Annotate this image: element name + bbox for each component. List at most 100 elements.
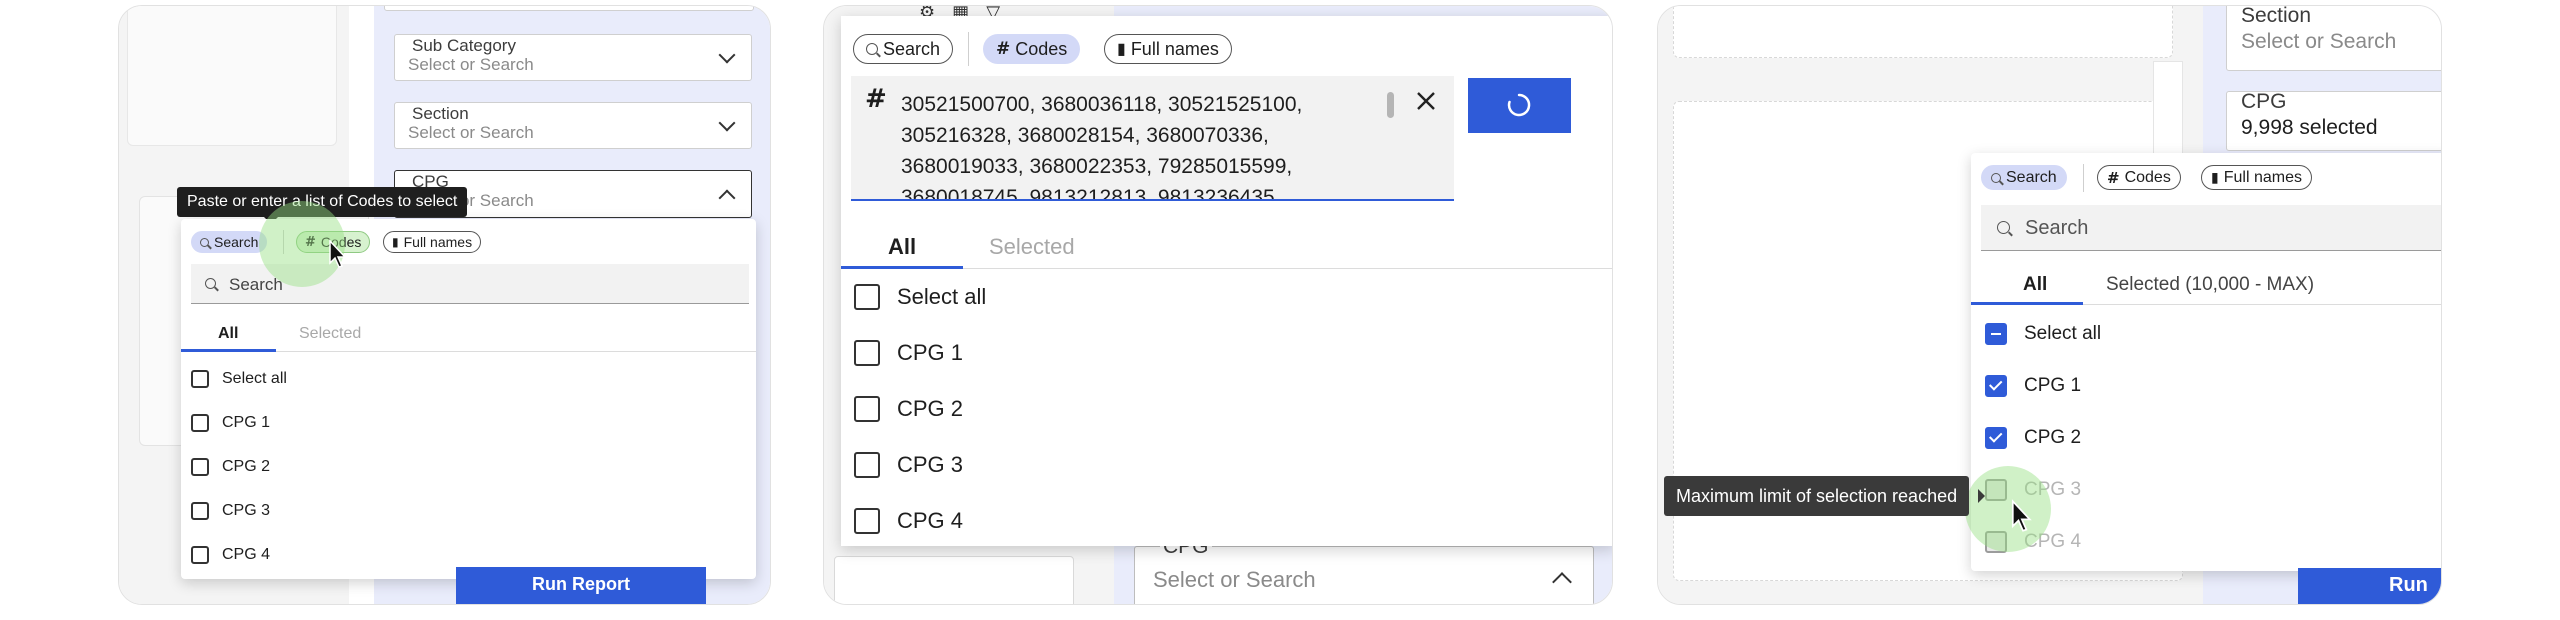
- codes-line: 30521500700, 3680036118, 30521525100,: [901, 93, 1303, 116]
- tab-active-indicator: [181, 349, 276, 352]
- cpg-dropdown: Search # Codes ▮ Full names Search All S…: [181, 219, 756, 579]
- option-label: CPG 3: [222, 502, 271, 519]
- list-item[interactable]: CPG 3: [854, 452, 963, 478]
- checkbox[interactable]: [1985, 323, 2007, 345]
- codes-input[interactable]: # 30521500700, 3680036118, 30521525100, …: [851, 76, 1454, 201]
- list-item[interactable]: CPG 1: [191, 414, 270, 432]
- checkbox[interactable]: [854, 508, 880, 534]
- close-icon[interactable]: [1414, 89, 1438, 113]
- list-item[interactable]: CPG 2: [854, 396, 963, 422]
- full-names-mode-chip[interactable]: ▮ Full names: [2201, 165, 2312, 190]
- checkbox[interactable]: [191, 370, 209, 388]
- magnifier-icon: [200, 237, 209, 247]
- checkbox[interactable]: [191, 546, 209, 564]
- spinner-icon: [1507, 93, 1531, 117]
- sub-category-field[interactable]: Sub Category Select or Search: [394, 34, 752, 81]
- checkbox[interactable]: [1985, 427, 2007, 449]
- search-input[interactable]: Search: [1981, 205, 2441, 251]
- option-label: CPG 4: [897, 508, 964, 533]
- search-mode-chip[interactable]: Search: [191, 231, 268, 253]
- id-card-icon: ▮: [1117, 41, 1126, 58]
- click-highlight: [1965, 466, 2051, 552]
- tab-selected[interactable]: Selected: [299, 325, 361, 343]
- codes-mode-chip[interactable]: # Codes: [2097, 165, 2181, 190]
- chip-label: Codes: [2124, 168, 2171, 186]
- codes-mode-chip[interactable]: # Codes: [983, 34, 1081, 64]
- checkbox[interactable]: [191, 458, 209, 476]
- panel-1: Sub Category Select or Search Section Se…: [118, 5, 771, 605]
- tab-selected[interactable]: Selected: [989, 234, 1075, 260]
- magnifier-icon: [1991, 172, 2001, 183]
- chip-label: Codes: [1015, 38, 1068, 59]
- run-report-button[interactable]: Run Report: [456, 567, 706, 604]
- option-label: CPG 1: [222, 414, 271, 431]
- ghost-card: [1673, 6, 2173, 58]
- apply-loading-button[interactable]: [1468, 78, 1571, 133]
- checkbox[interactable]: [1985, 375, 2007, 397]
- scrollbar-thumb[interactable]: [1387, 92, 1394, 118]
- checkbox[interactable]: [191, 414, 209, 432]
- tooltip-arrow: [1978, 489, 1985, 503]
- list-item[interactable]: CPG 1: [1985, 375, 2081, 397]
- checkbox[interactable]: [854, 452, 880, 478]
- full-names-mode-chip[interactable]: ▮ Full names: [383, 231, 482, 253]
- list-item[interactable]: CPG 4: [854, 508, 963, 534]
- run-report-button[interactable]: Run Re: [2298, 568, 2441, 604]
- list-item[interactable]: CPG 3: [191, 502, 270, 520]
- tab-active-indicator: [841, 266, 963, 269]
- field-label: Section: [412, 104, 469, 123]
- select-all-option[interactable]: Select all: [191, 370, 287, 388]
- field-label: Sub Category: [412, 36, 516, 55]
- option-label: CPG 1: [897, 340, 964, 365]
- section-field[interactable]: Section Select or Search: [2226, 6, 2441, 71]
- field-placeholder: Select or Search: [408, 123, 534, 142]
- pointer-cursor-icon: [329, 239, 347, 268]
- magnifier-icon: [866, 43, 878, 55]
- tab-bar: All Selected (10,000 - MAX): [1971, 265, 2441, 305]
- field-value: 9,998 selected: [2241, 116, 2378, 139]
- select-all-option[interactable]: Select all: [854, 284, 986, 310]
- panel-3: Section Select or Search CPG 9,998 selec…: [1657, 5, 2442, 605]
- chip-label: Full names: [1130, 38, 1219, 59]
- tab-all[interactable]: All: [2023, 274, 2047, 296]
- chip-label: Search: [214, 234, 259, 250]
- id-card-icon: ▮: [2211, 169, 2219, 185]
- magnifier-icon: [1997, 221, 2010, 234]
- chip-label: Full names: [403, 234, 473, 250]
- chevron-down-icon: [718, 114, 736, 132]
- ghost-card: [127, 6, 337, 146]
- field-placeholder: Select or Search: [408, 55, 534, 74]
- full-names-mode-chip[interactable]: ▮ Full names: [1104, 34, 1232, 64]
- search-mode-chip[interactable]: Search: [853, 34, 954, 64]
- cpg-field[interactable]: CPG Select or Search: [1134, 535, 1594, 604]
- tab-selected[interactable]: Selected (10,000 - MAX): [2106, 274, 2314, 296]
- search-placeholder: Search: [2025, 217, 2089, 239]
- tab-all[interactable]: All: [888, 234, 916, 260]
- hash-icon: #: [2107, 168, 2120, 187]
- list-item[interactable]: CPG 4: [191, 546, 270, 564]
- section-field[interactable]: Section Select or Search: [394, 102, 752, 149]
- tab-active-indicator: [1971, 302, 2083, 305]
- list-item[interactable]: CPG 2: [191, 458, 270, 476]
- pointer-cursor-icon: [2011, 499, 2032, 532]
- chip-label: Search: [2006, 168, 2057, 186]
- field-placeholder: Select or Search: [1153, 567, 1316, 592]
- list-item[interactable]: CPG 2: [1985, 427, 2081, 449]
- checkbox[interactable]: [854, 396, 880, 422]
- list-item[interactable]: CPG 1: [854, 340, 963, 366]
- tab-all[interactable]: All: [218, 325, 238, 343]
- cpg-field[interactable]: CPG 9,998 selected: [2226, 90, 2441, 151]
- select-all-option[interactable]: Select all: [1985, 323, 2101, 345]
- option-label: CPG 1: [2024, 375, 2082, 396]
- checkbox[interactable]: [191, 502, 209, 520]
- cpg-dropdown: Search # Codes ▮ Full names # 3052150070…: [841, 16, 1612, 546]
- max-limit-tooltip: Maximum limit of selection reached: [1664, 476, 1970, 516]
- option-label: Select all: [222, 370, 287, 387]
- checkbox[interactable]: [854, 284, 880, 310]
- search-mode-chip[interactable]: Search: [1981, 165, 2067, 190]
- field-label: CPG: [2241, 90, 2287, 113]
- checkbox[interactable]: [854, 340, 880, 366]
- ghost-card: [834, 556, 1074, 604]
- magnifier-icon: [205, 278, 216, 289]
- codes-line: 305216328, 3680028154, 3680070336,: [901, 124, 1269, 147]
